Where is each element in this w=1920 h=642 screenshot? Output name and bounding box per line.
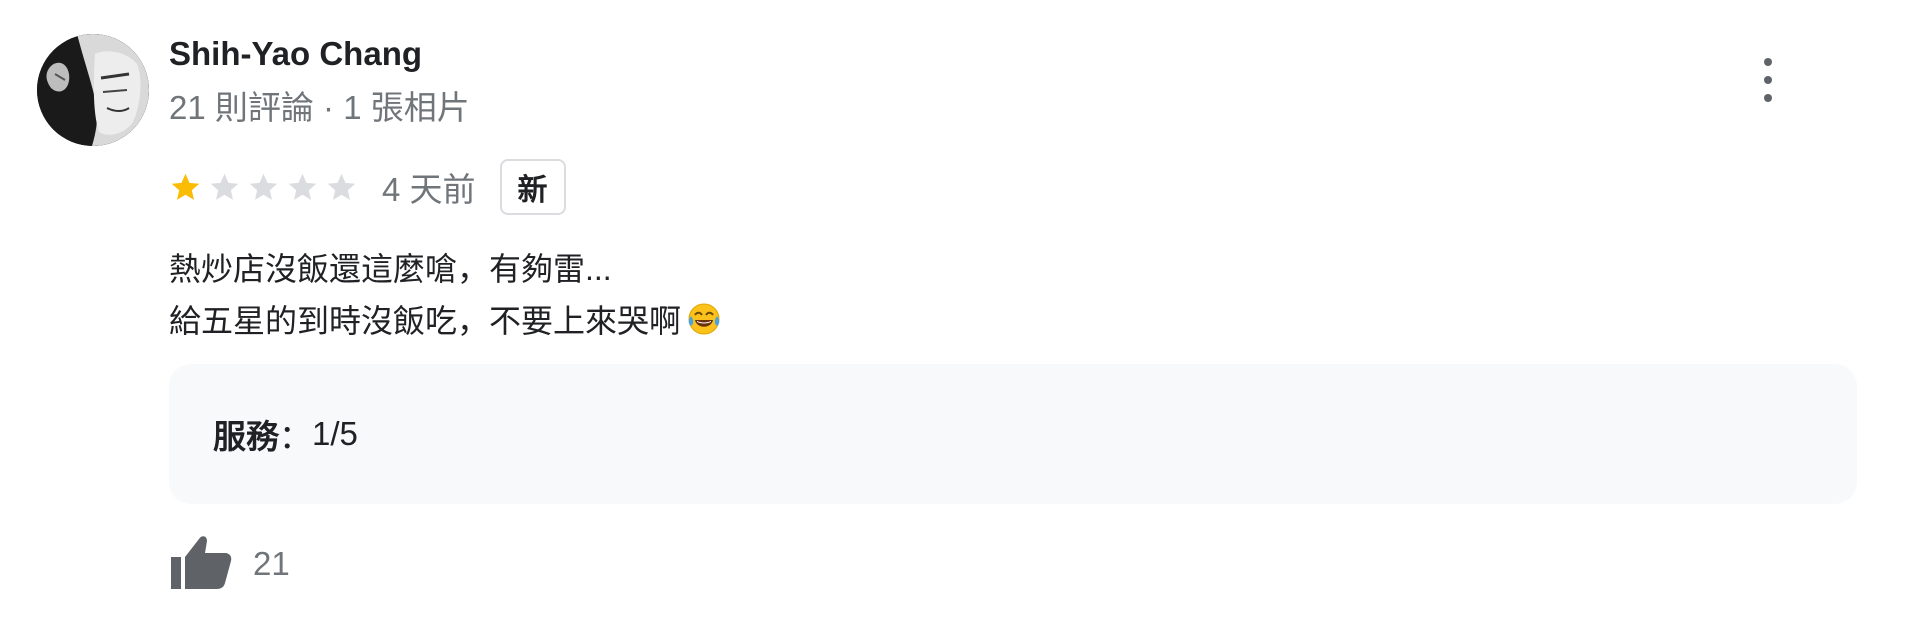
attribute-separator: ： — [279, 418, 312, 455]
review-text-line-2: 給五星的到時沒飯吃，不要上來哭啊 — [169, 295, 721, 351]
tears-of-joy-emoji — [687, 299, 721, 351]
review-card: Shih-Yao Chang 21 則評論 · 1 張相片 4 天前 新 熱炒店… — [0, 0, 1920, 642]
star-icon — [249, 173, 278, 200]
review-text-line-content: 給五星的到時沒飯吃，不要上來哭啊 — [169, 303, 682, 339]
rating-row: 4 天前 新 — [169, 158, 566, 216]
more-dot — [1764, 76, 1772, 84]
star-rating — [169, 171, 358, 204]
author-meta[interactable]: 21 則評論 · 1 張相片 — [169, 88, 470, 128]
more-dot — [1764, 58, 1772, 66]
thumb-up-icon — [169, 533, 233, 596]
review-time: 4 天前 — [382, 171, 476, 208]
attribute-value: 1/5 — [312, 415, 358, 452]
review-text: 熱炒店沒飯還這麼嗆，有夠雷... 給五星的到時沒飯吃，不要上來哭啊 — [169, 243, 721, 351]
new-badge: 新 — [499, 159, 566, 215]
like-button[interactable]: 21 — [169, 534, 290, 594]
star-icon — [327, 173, 356, 200]
more-dot — [1764, 94, 1772, 102]
star-icon — [288, 173, 317, 200]
like-count: 21 — [253, 545, 290, 582]
avatar[interactable] — [37, 34, 149, 146]
more-options-icon[interactable] — [1758, 58, 1778, 102]
attribute-label: 服務 — [213, 418, 279, 455]
star-icon — [210, 173, 239, 200]
star-icon — [171, 173, 200, 200]
service-attribute-panel: 服務 ： 1/5 — [169, 364, 1857, 504]
review-text-line: 熱炒店沒飯還這麼嗆，有夠雷... — [169, 251, 612, 287]
author-name[interactable]: Shih-Yao Chang — [169, 34, 422, 74]
